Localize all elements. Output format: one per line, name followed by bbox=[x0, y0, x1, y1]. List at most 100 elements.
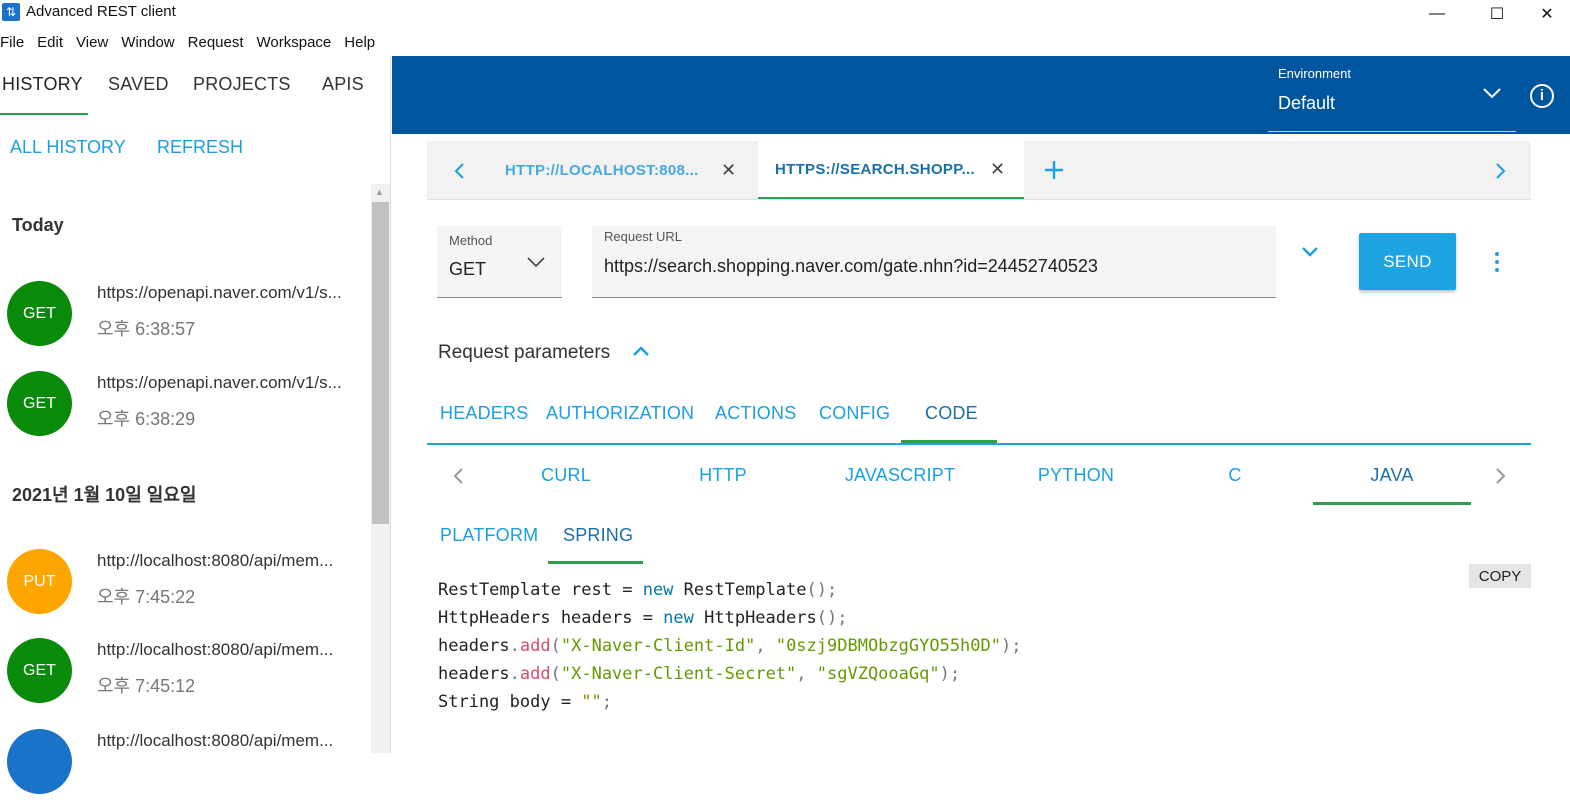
tab-history[interactable]: HISTORY bbox=[2, 74, 83, 95]
minimize-button[interactable]: — bbox=[1414, 0, 1460, 28]
code-line: HttpHeaders headers = new HttpHeaders(); bbox=[438, 608, 848, 628]
history-item[interactable]: GET https://openapi.naver.com/v1/s... 오후… bbox=[0, 371, 370, 451]
tab-apis[interactable]: APIS bbox=[322, 74, 364, 95]
history-item[interactable]: GET https://openapi.naver.com/v1/s... 오후… bbox=[0, 281, 370, 361]
url-input[interactable]: https://search.shopping.naver.com/gate.n… bbox=[604, 256, 1098, 277]
environment-select[interactable]: Default bbox=[1278, 93, 1335, 114]
maximize-button[interactable]: ☐ bbox=[1474, 0, 1520, 28]
method-badge: GET bbox=[7, 281, 72, 346]
code-line: RestTemplate rest = new RestTemplate(); bbox=[438, 580, 838, 600]
active-subtab-indicator bbox=[548, 561, 643, 564]
environment-underline bbox=[1268, 131, 1516, 132]
chevron-left-icon[interactable] bbox=[453, 163, 465, 179]
chevron-up-icon[interactable] bbox=[633, 346, 649, 356]
method-badge: GET bbox=[7, 371, 72, 436]
all-history-button[interactable]: ALL HISTORY bbox=[10, 137, 126, 158]
scroll-up-icon[interactable]: ▲ bbox=[375, 187, 384, 197]
environment-label: Environment bbox=[1278, 66, 1351, 81]
method-badge: GET bbox=[7, 638, 72, 703]
chevron-down-icon[interactable] bbox=[1482, 86, 1502, 100]
code-line: String body = ""; bbox=[438, 692, 613, 712]
subtab-platform[interactable]: PLATFORM bbox=[440, 525, 538, 546]
tab-config[interactable]: CONFIG bbox=[819, 403, 890, 424]
url-label: Request URL bbox=[604, 229, 683, 244]
menu-workspace[interactable]: Workspace bbox=[257, 30, 332, 56]
url-expand-icon[interactable] bbox=[1302, 247, 1318, 257]
scroll-thumb[interactable] bbox=[372, 202, 389, 524]
history-url: https://openapi.naver.com/v1/s... bbox=[97, 373, 342, 392]
app-logo-icon: ⇅ bbox=[2, 3, 20, 21]
tab-projects[interactable]: PROJECTS bbox=[193, 74, 291, 95]
info-icon[interactable]: i bbox=[1530, 84, 1554, 108]
method-select[interactable]: Method GET bbox=[437, 226, 562, 298]
tabs-divider bbox=[427, 443, 1531, 445]
refresh-button[interactable]: REFRESH bbox=[157, 137, 243, 158]
group-header-date: 2021년 1월 10일 일요일 bbox=[12, 485, 197, 505]
request-parameters-title: Request parameters bbox=[438, 342, 611, 363]
group-header-today: Today bbox=[12, 215, 64, 235]
history-url: http://localhost:8080/api/mem... bbox=[97, 640, 334, 659]
menu-edit[interactable]: Edit bbox=[37, 30, 63, 56]
lang-tab-javascript[interactable]: JAVASCRIPT bbox=[838, 465, 962, 486]
request-tab-label: HTTPS://SEARCH.SHOPP... bbox=[775, 160, 975, 178]
code-line: headers.add("X-Naver-Client-Secret", "sg… bbox=[438, 664, 961, 684]
history-time: 오후 6:38:57 bbox=[97, 319, 196, 339]
history-time: 오후 7:45:12 bbox=[97, 676, 196, 696]
app-toolbar: Environment Default i bbox=[392, 56, 1570, 134]
request-tabs-bar: HTTP://LOCALHOST:808... ✕ HTTPS://SEARCH… bbox=[427, 141, 1531, 200]
tab-headers[interactable]: HEADERS bbox=[440, 403, 528, 424]
menu-request[interactable]: Request bbox=[188, 30, 244, 56]
tab-authorization[interactable]: AUTHORIZATION bbox=[546, 403, 694, 424]
window-titlebar: ⇅ Advanced REST client — ☐ ✕ bbox=[0, 0, 1570, 28]
method-value: GET bbox=[449, 259, 487, 279]
copy-button[interactable]: COPY bbox=[1469, 564, 1531, 588]
history-item[interactable]: PUT http://localhost:8080/api/mem... 오후 … bbox=[0, 549, 370, 629]
menu-window[interactable]: Window bbox=[121, 30, 174, 56]
history-url: http://localhost:8080/api/mem... bbox=[97, 551, 334, 570]
chevron-down-icon bbox=[527, 257, 545, 268]
close-window-button[interactable]: ✕ bbox=[1524, 0, 1570, 28]
chevron-right-icon[interactable] bbox=[1495, 163, 1507, 179]
history-url: http://localhost:8080/api/mem... bbox=[97, 731, 334, 750]
active-lang-indicator bbox=[1313, 502, 1471, 505]
sidebar-scrollbar[interactable]: ▲ bbox=[371, 184, 390, 753]
method-badge bbox=[7, 729, 72, 794]
subtab-spring[interactable]: SPRING bbox=[563, 525, 633, 546]
request-url-field[interactable]: Request URL https://search.shopping.nave… bbox=[592, 226, 1276, 298]
tab-code[interactable]: CODE bbox=[925, 403, 978, 424]
menu-help[interactable]: Help bbox=[344, 30, 375, 56]
menu-file[interactable]: File bbox=[0, 30, 24, 56]
sidebar-tabs: HISTORY SAVED PROJECTS APIS bbox=[0, 56, 391, 116]
lang-tab-python[interactable]: PYTHON bbox=[1030, 465, 1122, 486]
request-tab[interactable]: HTTP://LOCALHOST:808... ✕ bbox=[485, 141, 755, 199]
code-snippet: RestTemplate rest = new RestTemplate(); H… bbox=[438, 576, 1021, 716]
window-title: Advanced REST client bbox=[26, 3, 176, 20]
request-tab-active[interactable]: HTTPS://SEARCH.SHOPP... ✕ bbox=[758, 141, 1024, 199]
send-button[interactable]: SEND bbox=[1359, 233, 1456, 290]
tab-actions[interactable]: ACTIONS bbox=[715, 403, 796, 424]
chevron-right-icon[interactable] bbox=[1496, 468, 1506, 484]
close-icon[interactable]: ✕ bbox=[990, 159, 1005, 180]
active-tab-indicator bbox=[0, 113, 88, 115]
history-time: 오후 6:38:29 bbox=[97, 409, 196, 429]
request-tab-label: HTTP://LOCALHOST:808... bbox=[505, 161, 699, 179]
method-label: Method bbox=[449, 233, 493, 248]
menu-view[interactable]: View bbox=[76, 30, 108, 56]
lang-tab-c[interactable]: C bbox=[1215, 465, 1255, 486]
add-tab-icon[interactable] bbox=[1044, 160, 1064, 180]
menu-bar: File Edit View Window Request Workspace … bbox=[0, 30, 388, 56]
history-time: 오후 7:45:22 bbox=[97, 587, 196, 607]
method-badge: PUT bbox=[7, 549, 72, 614]
lang-tab-curl[interactable]: CURL bbox=[526, 465, 606, 486]
more-vert-icon[interactable] bbox=[1492, 252, 1502, 274]
history-sidebar: HISTORY SAVED PROJECTS APIS ALL HISTORY … bbox=[0, 56, 391, 794]
lang-tab-java[interactable]: JAVA bbox=[1352, 465, 1432, 486]
lang-tab-http[interactable]: HTTP bbox=[683, 465, 763, 486]
history-item[interactable]: http://localhost:8080/api/mem... bbox=[0, 729, 370, 809]
code-line: headers.add("X-Naver-Client-Id", "0szj9D… bbox=[438, 636, 1022, 656]
history-url: https://openapi.naver.com/v1/s... bbox=[97, 283, 342, 302]
close-icon[interactable]: ✕ bbox=[721, 160, 736, 181]
history-item[interactable]: GET http://localhost:8080/api/mem... 오후 … bbox=[0, 638, 370, 718]
tab-saved[interactable]: SAVED bbox=[108, 74, 169, 95]
chevron-left-icon[interactable] bbox=[453, 468, 463, 484]
